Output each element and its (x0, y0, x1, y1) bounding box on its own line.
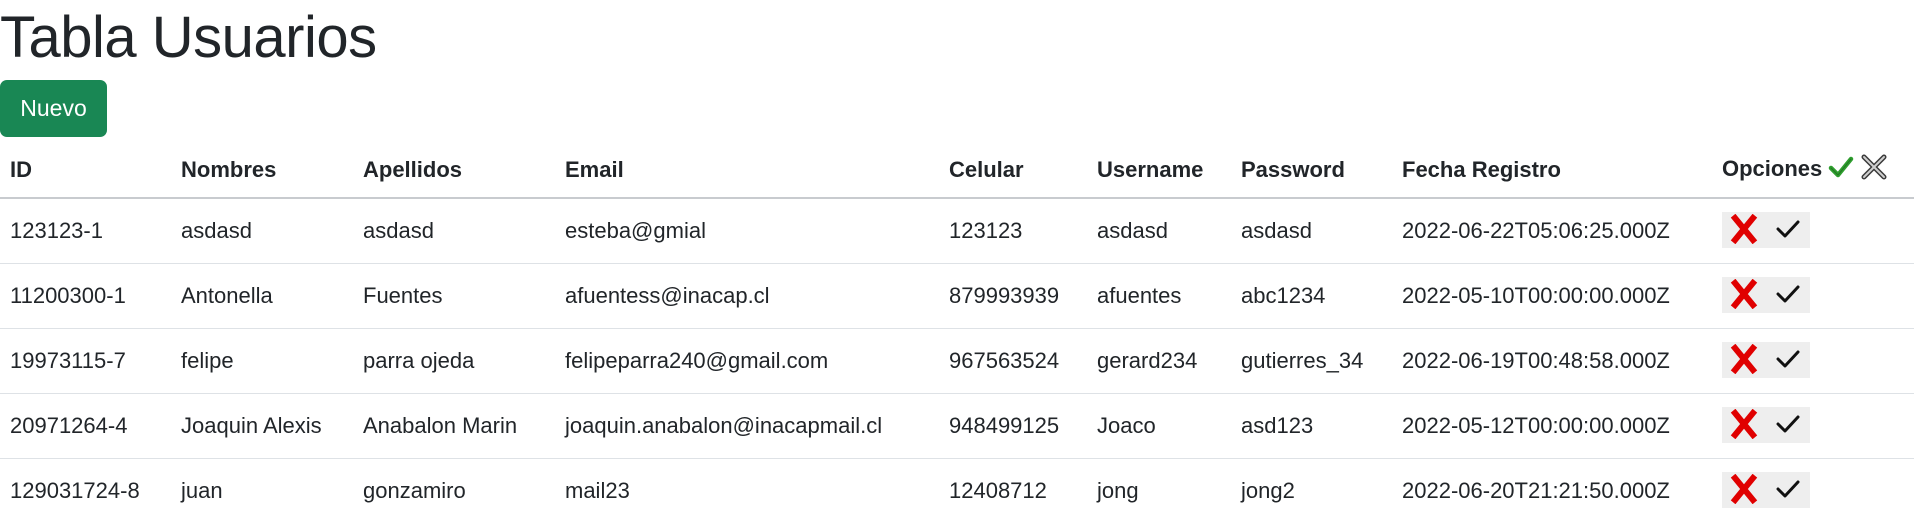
column-header-password: Password (1231, 143, 1392, 199)
cell-nombres: asdasd (171, 198, 353, 264)
cell-password: abc1234 (1231, 263, 1392, 329)
row-actions (1722, 472, 1810, 509)
delete-x-icon (1730, 343, 1758, 377)
cell-username: afuentes (1087, 263, 1231, 329)
cell-fecha-registro: 2022-05-10T00:00:00.000Z (1392, 263, 1712, 329)
cell-apellidos: Fuentes (353, 263, 555, 329)
users-table: ID Nombres Apellidos Email Celular Usern… (0, 143, 1914, 523)
column-header-email: Email (555, 143, 939, 199)
row-actions (1722, 277, 1810, 314)
check-icon (1775, 283, 1801, 308)
check-icon (1775, 348, 1801, 373)
cell-username: jong (1097, 478, 1139, 503)
row-actions (1722, 407, 1810, 444)
column-header-id: ID (0, 143, 171, 199)
cell-apellidos: gonzamiro (363, 478, 466, 503)
cell-apellidos: Anabalon Marin (353, 393, 555, 459)
cell-email: joaquin.anabalon@inacapmail.cl (555, 393, 939, 459)
cell-celular: 967563524 (939, 328, 1087, 394)
cell-opciones (1712, 393, 1914, 459)
table-row: 19973115-7 felipe parra ojeda felipeparra24… (0, 328, 1914, 394)
confirm-button[interactable] (1766, 342, 1810, 379)
table-row: 20971264-4 Joaquin Alexis Anabalon Marin jo… (0, 393, 1914, 459)
delete-button[interactable] (1722, 212, 1766, 249)
page-title: Tabla Usuarios (0, 5, 377, 70)
column-header-opciones: Opciones (1712, 143, 1914, 199)
column-header-apellidos: Apellidos (353, 143, 555, 199)
cell-id: 123123-1 (0, 198, 171, 264)
cell-fecha-registro: 2022-05-12T00:00:00.000Z (1392, 393, 1712, 459)
cell-nombres: Joaquin Alexis (171, 393, 353, 459)
cell-email: felipeparra240@gmail.com (555, 328, 939, 394)
check-icon (1775, 218, 1801, 243)
cell-celular: 948499125 (939, 393, 1087, 459)
cell-password: jong2 (1241, 478, 1295, 503)
cell-celular: 12408712 (949, 478, 1047, 503)
delete-x-icon (1730, 473, 1758, 507)
delete-x-icon (1730, 408, 1758, 442)
cell-opciones (1712, 459, 1914, 524)
cell-fecha-registro: 2022-06-20T21:21:50.000Z (1402, 478, 1670, 503)
cell-id: 11200300-1 (0, 263, 171, 329)
confirm-button[interactable] (1766, 472, 1810, 509)
new-user-button[interactable]: Nuevo (0, 80, 107, 137)
table-row: 123123-1 asdasd asdasd esteba@gmial 123123 as… (0, 198, 1914, 264)
column-header-nombres: Nombres (171, 143, 353, 199)
delete-button[interactable] (1722, 342, 1766, 379)
column-header-username: Username (1087, 143, 1231, 199)
row-actions (1722, 212, 1810, 249)
cell-password: asd123 (1231, 393, 1392, 459)
row-actions (1722, 342, 1810, 379)
cell-email: afuentess@inacap.cl (555, 263, 939, 329)
cell-id: 129031724-8 (10, 478, 140, 503)
cell-email: esteba@gmial (555, 198, 939, 264)
cell-opciones (1712, 198, 1914, 264)
confirm-button[interactable] (1766, 407, 1810, 444)
cell-nombres: Antonella (171, 263, 353, 329)
cell-opciones (1712, 328, 1914, 394)
column-header-celular: Celular (939, 143, 1087, 199)
delete-x-icon (1730, 213, 1758, 247)
delete-button[interactable] (1722, 472, 1766, 509)
cell-id: 19973115-7 (0, 328, 171, 394)
cell-apellidos: parra ojeda (353, 328, 555, 394)
check-icon (1775, 478, 1801, 503)
cell-username: asdasd (1087, 198, 1231, 264)
cell-celular: 879993939 (939, 263, 1087, 329)
crossed-tools-icon[interactable] (1860, 154, 1888, 186)
cell-nombres: felipe (171, 328, 353, 394)
users-table-body: 123123-1 asdasd asdasd esteba@gmial 123123 as… (0, 198, 1914, 523)
cell-id: 20971264-4 (0, 393, 171, 459)
cell-password: gutierres_34 (1231, 328, 1392, 394)
check-icon (1775, 413, 1801, 438)
table-header-row: ID Nombres Apellidos Email Celular Usern… (0, 143, 1914, 199)
cell-opciones (1712, 263, 1914, 329)
cell-username: gerard234 (1087, 328, 1231, 394)
cell-username: Joaco (1087, 393, 1231, 459)
cell-password: asdasd (1231, 198, 1392, 264)
cell-fecha-registro: 2022-06-19T00:48:58.000Z (1392, 328, 1712, 394)
confirm-button[interactable] (1766, 212, 1810, 249)
delete-button[interactable] (1722, 277, 1766, 314)
cell-email: mail23 (565, 478, 630, 503)
cell-nombres: juan (181, 478, 223, 503)
opciones-label: Opciones (1722, 155, 1823, 181)
check-icon[interactable] (1828, 155, 1854, 185)
confirm-button[interactable] (1766, 277, 1810, 314)
cell-fecha-registro: 2022-06-22T05:06:25.000Z (1392, 198, 1712, 264)
delete-x-icon (1730, 278, 1758, 312)
column-header-fecha-registro: Fecha Registro (1392, 143, 1712, 199)
cell-apellidos: asdasd (353, 198, 555, 264)
cell-celular: 123123 (939, 198, 1087, 264)
delete-button[interactable] (1722, 407, 1766, 444)
table-row: 11200300-1 Antonella Fuentes afuentess@inac… (0, 263, 1914, 329)
table-row: 129031724-8 juan gonzamiro mail23 12408712 jo… (0, 459, 1914, 524)
